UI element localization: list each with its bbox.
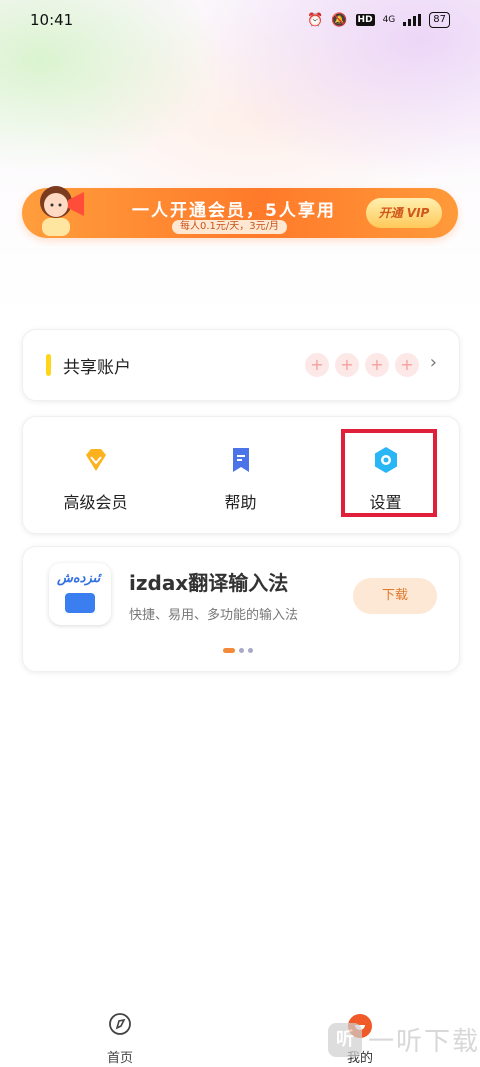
watermark-logo: 听 bbox=[328, 1022, 362, 1057]
menu-label-premium: 高级会员 bbox=[63, 493, 128, 512]
app-icon: ئىزدەش bbox=[49, 563, 111, 625]
download-button[interactable]: 下载 bbox=[353, 578, 437, 614]
banner-subtitle: 每人0.1元/天，3元/月 bbox=[172, 220, 288, 234]
add-member-slot[interactable]: + bbox=[335, 353, 359, 377]
signal-icon bbox=[403, 14, 422, 26]
watermark-text: 一听下载 bbox=[368, 1027, 480, 1057]
app-promo-card[interactable]: ئىزدەش izdax翻译输入法 快捷、易用、多功能的输入法 下载 bbox=[22, 546, 460, 672]
banner-title: 一人开通会员，5人享用 bbox=[132, 201, 336, 221]
watermark: 听 一听下载 bbox=[328, 1021, 480, 1058]
accent-bar bbox=[46, 354, 51, 376]
header-background bbox=[0, 0, 480, 320]
mute-icon: 🔕 bbox=[331, 12, 348, 28]
open-vip-button[interactable]: 开通 VIP bbox=[366, 198, 442, 228]
menu-label-help: 帮助 bbox=[224, 493, 257, 512]
shared-account-card[interactable]: 共享账户 + + + + › bbox=[22, 329, 460, 401]
app-icon-text: ئىزدەش bbox=[57, 571, 101, 586]
menu-item-premium[interactable]: 高级会员 bbox=[23, 417, 168, 533]
tab-label-home: 首页 bbox=[106, 1051, 133, 1066]
status-bar: 10:41 ⏰ 🔕 HD 4G 87 bbox=[0, 0, 480, 40]
menu-item-help[interactable]: 帮助 bbox=[168, 417, 313, 533]
status-icons: ⏰ 🔕 HD 4G 87 bbox=[307, 12, 450, 28]
chevron-right-icon: › bbox=[429, 352, 437, 373]
highlight-box bbox=[341, 429, 437, 517]
diamond-icon bbox=[86, 449, 106, 471]
battery-icon: 87 bbox=[429, 12, 450, 28]
carousel-indicator bbox=[223, 648, 253, 653]
status-time: 10:41 bbox=[30, 11, 74, 29]
add-member-slot[interactable]: + bbox=[395, 353, 419, 377]
menu-card: 高级会员 帮助 设置 bbox=[22, 416, 460, 534]
app-description: 快捷、易用、多功能的输入法 bbox=[129, 608, 299, 623]
network-label: 4G bbox=[382, 15, 396, 25]
app-name: izdax翻译输入法 bbox=[129, 571, 289, 595]
bookmark-icon bbox=[233, 448, 249, 472]
home-compass-icon bbox=[109, 1013, 131, 1035]
add-member-slot[interactable]: + bbox=[305, 353, 329, 377]
shared-account-slots[interactable]: + + + + bbox=[305, 353, 419, 377]
megaphone-girl-icon bbox=[40, 186, 84, 236]
shared-account-title: 共享账户 bbox=[63, 358, 131, 378]
vip-banner[interactable]: 一人开通会员，5人享用 每人0.1元/天，3元/月 开通 VIP bbox=[22, 186, 458, 238]
hd-badge: HD bbox=[355, 14, 375, 26]
keyboard-icon bbox=[65, 593, 95, 613]
alarm-icon: ⏰ bbox=[307, 12, 324, 28]
add-member-slot[interactable]: + bbox=[365, 353, 389, 377]
